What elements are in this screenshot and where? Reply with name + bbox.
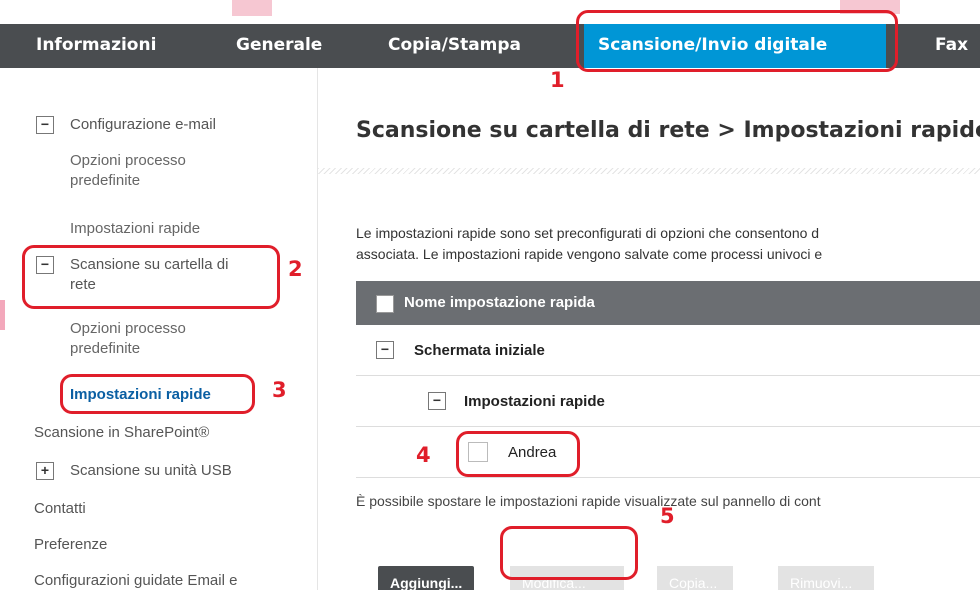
sidebar-item-configurazione-email[interactable]: Configurazione e-mail <box>70 116 216 133</box>
page-title: Scansione su cartella di rete > Impostaz… <box>356 118 980 143</box>
sidebar-item-impostazioni-rapide-email[interactable]: Impostazioni rapide <box>70 220 200 237</box>
group-label: Schermata iniziale <box>414 342 545 359</box>
main-content: Scansione su cartella di rete > Impostaz… <box>318 68 980 590</box>
description: Le impostazioni rapide sono set preconfi… <box>356 223 822 265</box>
collapse-icon[interactable]: − <box>36 256 54 274</box>
tab-generale[interactable]: Generale <box>236 24 322 68</box>
tab-scansione-invio-digitale[interactable]: Scansione/Invio digitale <box>584 24 886 68</box>
sidebar-item-opzioni-processo-email[interactable]: Opzioni processo predefinite <box>70 152 186 189</box>
sidebar-item-impostazioni-rapide-active[interactable]: Impostazioni rapide <box>70 386 211 403</box>
annotation-number: 3 <box>272 378 287 402</box>
copy-button[interactable]: Copia... <box>657 566 733 590</box>
edit-button[interactable]: Modifica... <box>510 566 624 590</box>
sidebar-item-label: predefinite <box>70 172 141 189</box>
sidebar-item-unita-usb[interactable]: Scansione su unità USB <box>70 462 232 479</box>
main-nav: Informazioni Generale Copia/Stampa Scans… <box>0 24 980 68</box>
note-text: È possibile spostare le impostazioni rap… <box>356 493 821 509</box>
select-all-checkbox[interactable] <box>376 295 394 313</box>
pink-mark <box>840 0 900 14</box>
annotation-number: 2 <box>288 257 303 281</box>
table-row: − Schermata iniziale <box>356 325 980 376</box>
sidebar-item-scansione-cartella-rete[interactable]: Scansione su cartella di rete <box>70 256 228 293</box>
sidebar-item-label: rete <box>70 276 96 293</box>
description-line: associata. Le impostazioni rapide vengon… <box>356 246 823 262</box>
divider <box>318 168 980 174</box>
expand-icon[interactable]: + <box>36 462 54 480</box>
sidebar-item-preferenze[interactable]: Preferenze <box>34 536 107 553</box>
collapse-icon[interactable]: − <box>36 116 54 134</box>
tab-fax[interactable]: Fax <box>935 24 968 68</box>
table-header: Nome impostazione rapida <box>356 281 980 325</box>
top-strip <box>0 0 980 24</box>
collapse-icon[interactable]: − <box>428 392 446 410</box>
pink-mark <box>232 0 272 16</box>
quick-set-name[interactable]: Andrea <box>508 444 556 461</box>
sidebar-item-sharepoint[interactable]: Scansione in SharePoint® <box>34 424 209 441</box>
table-row: Andrea <box>356 427 980 478</box>
description-line: Le impostazioni rapide sono set preconfi… <box>356 225 820 241</box>
sidebar-item-label: predefinite <box>70 340 141 357</box>
table-row: − Impostazioni rapide <box>356 376 980 427</box>
annotation-number: 1 <box>550 68 565 92</box>
sidebar-item-opzioni-processo-rete[interactable]: Opzioni processo predefinite <box>70 320 186 357</box>
sidebar-item-label: Opzioni processo <box>70 320 186 337</box>
quick-sets-table: Nome impostazione rapida − Schermata ini… <box>356 281 980 478</box>
tab-copia-stampa[interactable]: Copia/Stampa <box>388 24 521 68</box>
annotation-number: 4 <box>416 443 431 467</box>
tab-informazioni[interactable]: Informazioni <box>36 24 156 68</box>
sidebar: − Configurazione e-mail Opzioni processo… <box>0 68 318 590</box>
sidebar-item-label: Scansione su cartella di <box>70 256 229 273</box>
add-button[interactable]: Aggiungi... <box>378 566 475 590</box>
subgroup-label: Impostazioni rapide <box>464 393 605 410</box>
collapse-icon[interactable]: − <box>376 341 394 359</box>
sidebar-item-configurazioni-guidate[interactable]: Configurazioni guidate Email e <box>34 572 237 589</box>
remove-button[interactable]: Rimuovi... <box>778 566 874 590</box>
sidebar-item-label: Opzioni processo <box>70 152 186 169</box>
column-header-name: Nome impostazione rapida <box>404 294 595 311</box>
annotation-number: 5 <box>660 504 675 528</box>
row-checkbox[interactable] <box>468 442 488 462</box>
sidebar-item-contatti[interactable]: Contatti <box>34 500 86 517</box>
